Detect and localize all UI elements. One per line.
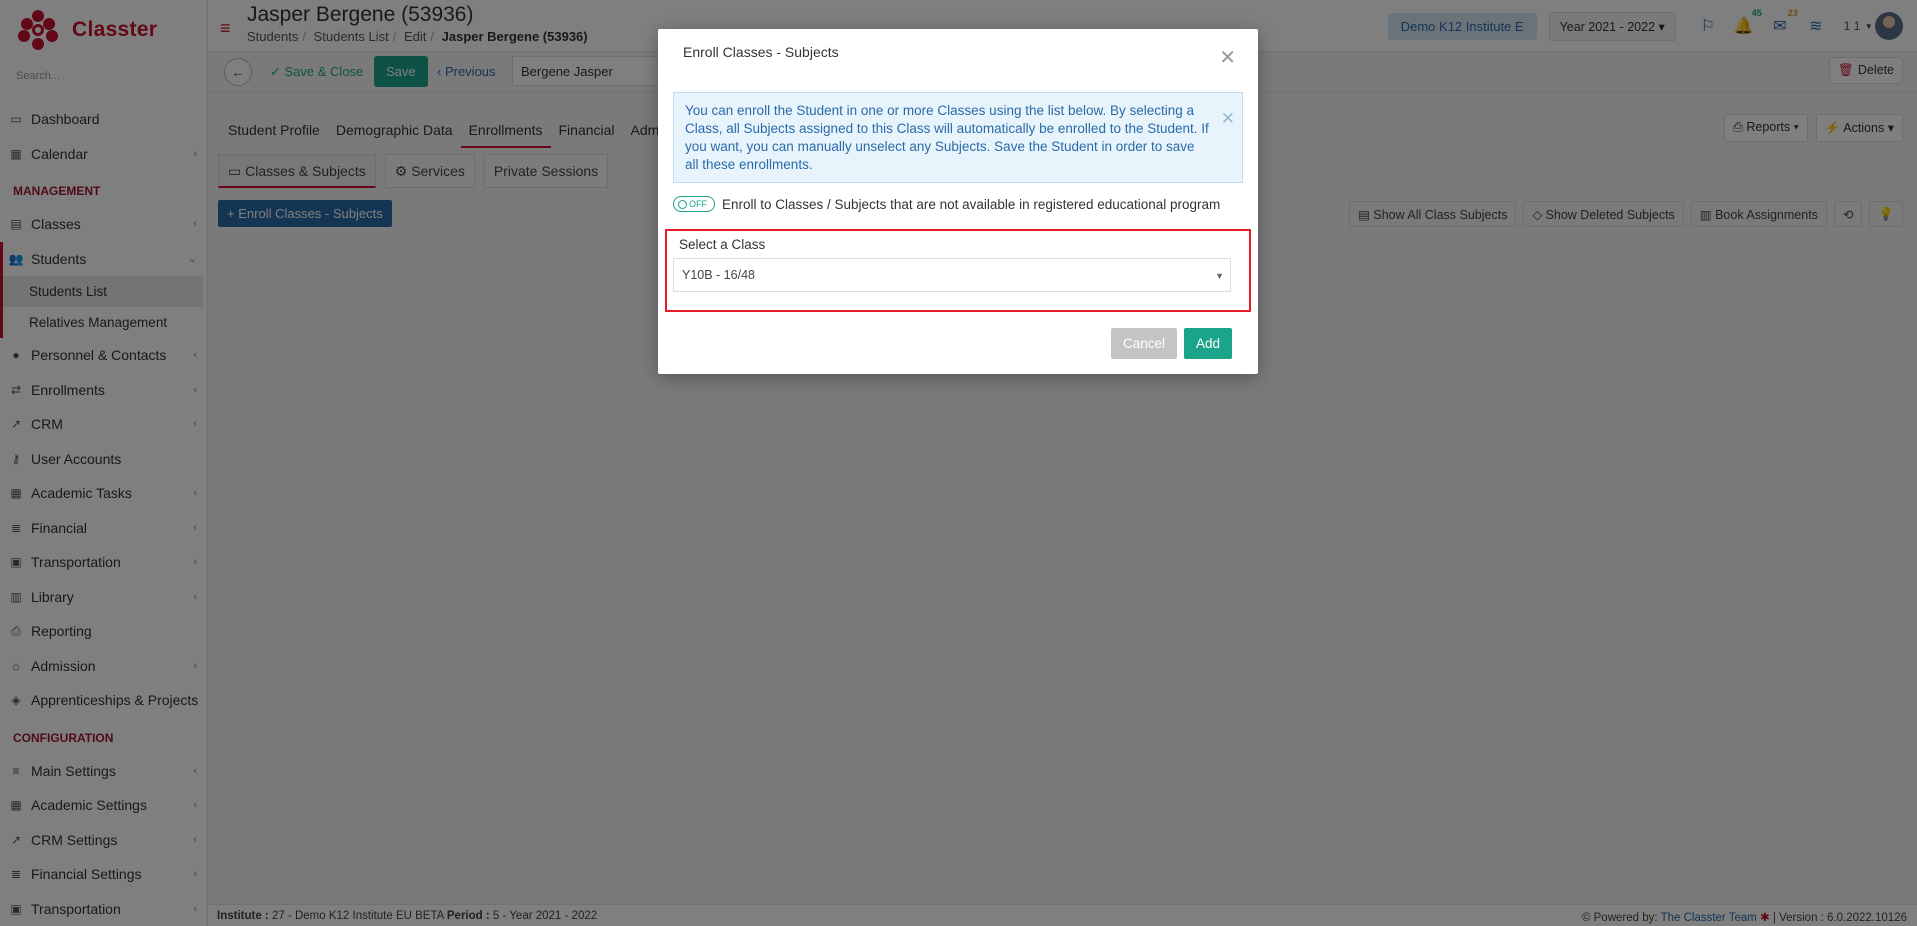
- close-icon[interactable]: ✕: [1219, 45, 1236, 70]
- select-class-label: Select a Class: [679, 237, 766, 252]
- select-class-dropdown[interactable]: Y10B - 16/48 ▼: [673, 258, 1231, 292]
- caret-down-icon: ▼: [1215, 271, 1224, 281]
- info-close-icon[interactable]: ✕: [1221, 110, 1235, 128]
- toggle-row: OFF Enroll to Classes / Subjects that ar…: [673, 196, 1220, 212]
- add-button[interactable]: Add: [1184, 328, 1233, 359]
- out-of-program-toggle[interactable]: OFF: [673, 196, 715, 212]
- toggle-label: Enroll to Classes / Subjects that are no…: [722, 196, 1221, 212]
- modal-title: Enroll Classes - Subjects: [683, 44, 839, 60]
- info-alert: You can enroll the Student in one or mor…: [673, 92, 1243, 183]
- select-class-highlight: Select a Class Y10B - 16/48 ▼: [665, 229, 1251, 312]
- cancel-button[interactable]: Cancel: [1111, 328, 1178, 359]
- enroll-modal: Enroll Classes - Subjects ✕ You can enro…: [658, 29, 1258, 374]
